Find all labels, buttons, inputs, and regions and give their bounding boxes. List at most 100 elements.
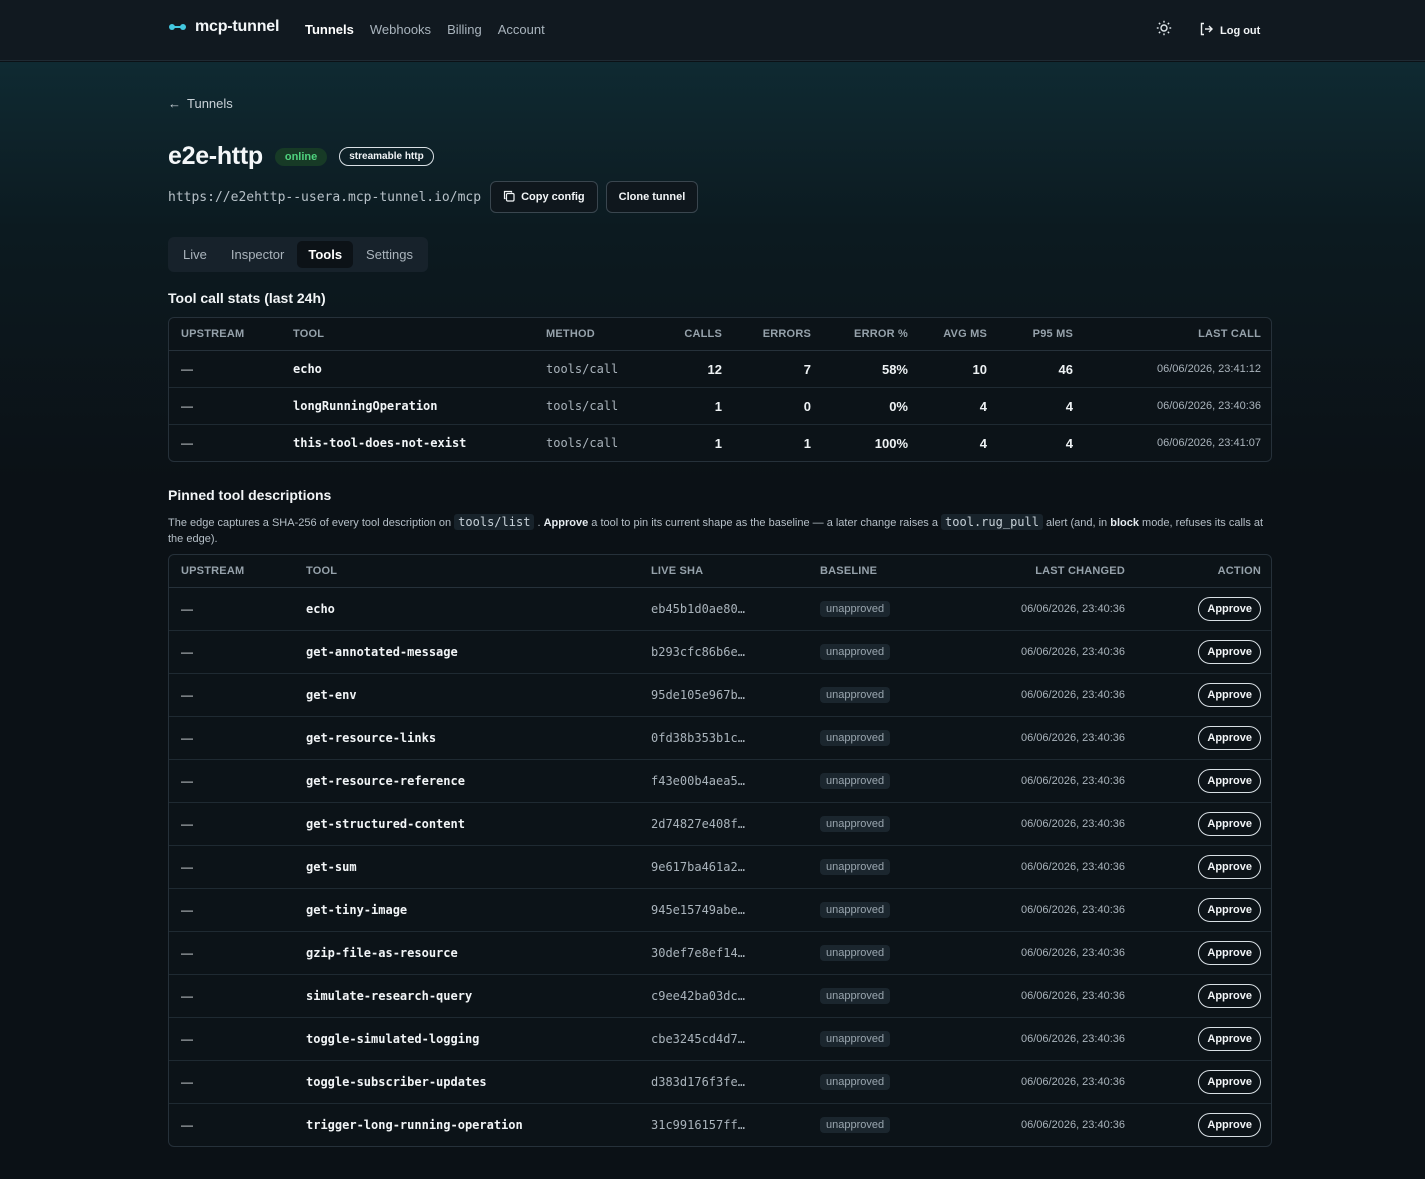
col-last-changed: Last changed xyxy=(958,555,1137,588)
baseline-badge: unapproved xyxy=(820,601,891,617)
col-tool: Tool xyxy=(294,555,639,588)
upstream-cell: — xyxy=(181,1118,193,1132)
col-error-pct: Error % xyxy=(823,318,920,351)
table-row: — toggle-subscriber-updates d383d176f3fe… u… xyxy=(169,1060,1271,1104)
pins-header-row: Upstream Tool Live SHA Baseline Last cha… xyxy=(169,555,1271,588)
calls-cell: 12 xyxy=(654,350,734,388)
approve-button[interactable]: Approve xyxy=(1198,1113,1261,1137)
upstream-cell: — xyxy=(169,350,281,388)
logout-button[interactable]: Log out xyxy=(1198,21,1260,40)
live-sha-cell: cbe3245cd4d7… xyxy=(639,1017,808,1061)
col-errors: Errors xyxy=(734,318,823,351)
avg-ms-cell: 4 xyxy=(979,435,987,451)
approve-button[interactable]: Approve xyxy=(1198,1070,1261,1094)
upstream-cell: — xyxy=(169,716,294,760)
action-cell: Approve xyxy=(1137,673,1271,717)
tool-cell: this-tool-does-not-exist xyxy=(293,436,467,450)
action-cell: Approve xyxy=(1137,845,1271,889)
approve-button[interactable]: Approve xyxy=(1198,683,1261,707)
desc-text: The edge captures a SHA-256 of every too… xyxy=(168,517,455,529)
theme-toggle-sun-icon[interactable] xyxy=(1154,20,1174,40)
live-sha-cell: 31c9916157ff… xyxy=(651,1118,745,1132)
pins-body: — echo eb45b1d0ae80… unapproved 06/06/2026, … xyxy=(169,587,1271,1147)
live-sha-cell: 30def7e8ef14… xyxy=(639,931,808,975)
desc-text: a tool to pin its current shape as the b… xyxy=(588,517,942,529)
baseline-cell: unapproved xyxy=(808,931,958,975)
approve-button[interactable]: Approve xyxy=(1198,640,1261,664)
last-changed-cell: 06/06/2026, 23:40:36 xyxy=(958,587,1137,631)
pins-description: The edge captures a SHA-256 of every too… xyxy=(168,514,1272,547)
brand-name: mcp-tunnel xyxy=(195,18,280,35)
calls-cell: 1 xyxy=(654,387,734,425)
p95-ms-cell: 46 xyxy=(999,350,1085,388)
clone-tunnel-button[interactable]: Clone tunnel xyxy=(605,181,699,213)
tool-cell: get-resource-links xyxy=(294,716,639,760)
upstream-cell: — xyxy=(169,387,281,425)
table-row: — gzip-file-as-resource 30def7e8ef14… unapp… xyxy=(169,931,1271,975)
approve-button[interactable]: Approve xyxy=(1198,812,1261,836)
pinned-tools-table: Upstream Tool Live SHA Baseline Last cha… xyxy=(168,554,1272,1147)
approve-button[interactable]: Approve xyxy=(1198,769,1261,793)
tunnel-header: e2e-http online streamable http xyxy=(168,142,434,171)
approve-button[interactable]: Approve xyxy=(1198,855,1261,879)
baseline-badge: unapproved xyxy=(820,644,891,660)
nav-item-webhooks[interactable]: Webhooks xyxy=(370,22,431,37)
last-changed-cell: 06/06/2026, 23:40:36 xyxy=(958,931,1137,975)
action-cell: Approve xyxy=(1137,759,1271,803)
top-navbar: mcp-tunnel Tunnels Webhooks Billing Acco… xyxy=(0,0,1425,61)
nav-item-tunnels[interactable]: Tunnels xyxy=(305,22,354,37)
col-method: Method xyxy=(534,318,654,351)
baseline-cell: unapproved xyxy=(808,888,958,932)
col-upstream: Upstream xyxy=(169,318,281,351)
upstream-cell: — xyxy=(169,888,294,932)
nav-item-billing[interactable]: Billing xyxy=(447,22,482,37)
baseline-badge: unapproved xyxy=(820,773,891,789)
approve-button[interactable]: Approve xyxy=(1198,1027,1261,1051)
tool-cell: get-env xyxy=(294,673,639,717)
last-changed-cell: 06/06/2026, 23:40:36 xyxy=(958,630,1137,674)
table-row: — get-env 95de105e967b… unapproved 06/06/202… xyxy=(169,673,1271,717)
col-avg-ms: Avg ms xyxy=(920,318,999,351)
copy-config-button[interactable]: Copy config xyxy=(490,181,598,213)
tunnel-url: https://e2ehttp--usera.mcp-tunnel.io/mcp xyxy=(168,189,482,205)
live-sha-cell: 95de105e967b… xyxy=(639,673,808,717)
brand[interactable]: mcp-tunnel xyxy=(169,18,279,36)
method-cell: tools/call xyxy=(546,436,619,450)
action-cell: Approve xyxy=(1137,630,1271,674)
tab-tools[interactable]: Tools xyxy=(297,241,354,268)
tunnel-logo-icon xyxy=(169,21,187,33)
baseline-badge: unapproved xyxy=(820,945,891,961)
live-sha-cell: b293cfc86b6e… xyxy=(639,630,808,674)
error-pct-cell: 58% xyxy=(823,350,920,388)
tool-cell: get-structured-content xyxy=(294,802,639,846)
approve-button[interactable]: Approve xyxy=(1198,898,1261,922)
nav-item-account[interactable]: Account xyxy=(498,22,545,37)
col-live-sha: Live SHA xyxy=(639,555,808,588)
last-call-cell: 06/06/2026, 23:40:36 xyxy=(1085,387,1271,425)
tab-inspector[interactable]: Inspector xyxy=(220,241,295,268)
tab-settings[interactable]: Settings xyxy=(355,241,424,268)
back-link[interactable]: ← Tunnels xyxy=(168,96,233,111)
tab-live[interactable]: Live xyxy=(172,241,218,268)
approve-button[interactable]: Approve xyxy=(1198,941,1261,965)
pins-section-title: Pinned tool descriptions xyxy=(168,487,332,503)
baseline-cell: unapproved xyxy=(808,845,958,889)
approve-button[interactable]: Approve xyxy=(1198,984,1261,1008)
errors-cell: 0 xyxy=(734,387,823,425)
baseline-cell: unapproved xyxy=(808,1017,958,1061)
upstream-cell: — xyxy=(169,587,294,631)
approve-button[interactable]: Approve xyxy=(1198,726,1261,750)
last-call-cell: 06/06/2026, 23:41:07 xyxy=(1157,437,1261,449)
live-sha-cell: 0fd38b353b1c… xyxy=(639,716,808,760)
avg-ms-cell: 4 xyxy=(920,387,999,425)
col-upstream: Upstream xyxy=(169,555,294,588)
tool-cell: echo xyxy=(294,587,639,631)
approve-button[interactable]: Approve xyxy=(1198,597,1261,621)
live-sha-cell: eb45b1d0ae80… xyxy=(639,587,808,631)
baseline-badge: unapproved xyxy=(820,1117,891,1133)
errors-cell: 1 xyxy=(803,435,811,451)
baseline-cell: unapproved xyxy=(808,802,958,846)
table-row: — get-resource-reference f43e00b4aea5… unap… xyxy=(169,759,1271,803)
baseline-cell: unapproved xyxy=(808,1104,958,1147)
col-tool: Tool xyxy=(281,318,534,351)
